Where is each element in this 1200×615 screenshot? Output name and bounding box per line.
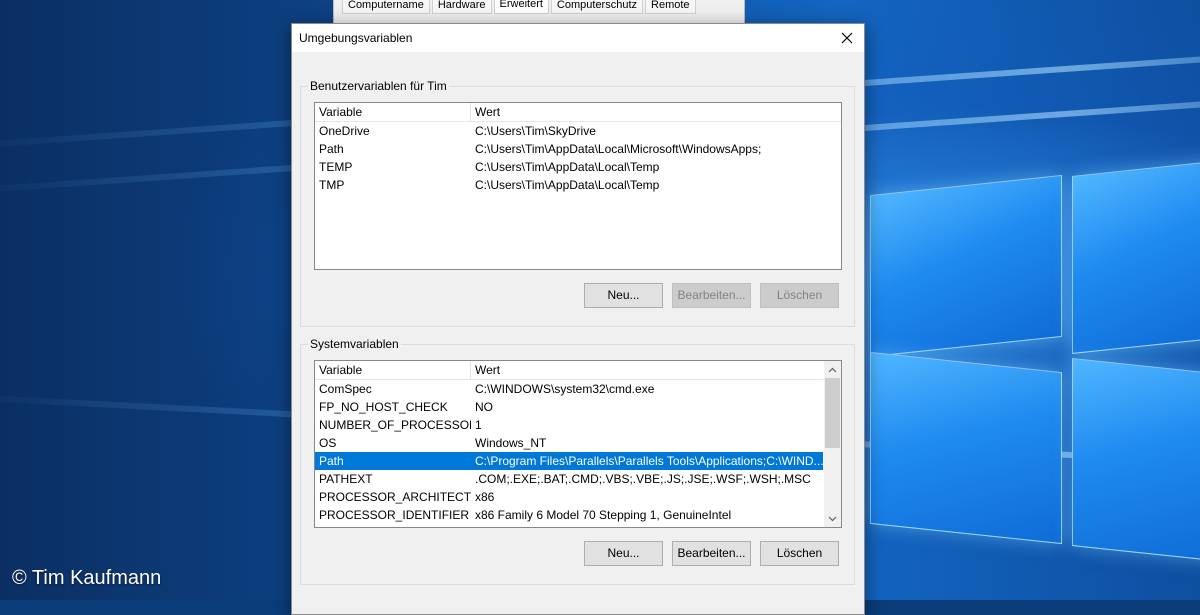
column-header-variable[interactable]: Variable [315, 103, 471, 121]
user-delete-button[interactable]: Löschen [760, 283, 839, 308]
table-row[interactable]: PROCESSOR_ARCHITECTURE x86 [315, 488, 823, 506]
variable-value: NO [475, 400, 493, 414]
variable-name: PROCESSOR_IDENTIFIER [319, 508, 470, 522]
list-header: Variable Wert [315, 361, 823, 380]
table-row[interactable]: NUMBER_OF_PROCESSORS 1 [315, 416, 823, 434]
table-row[interactable]: Path C:\Users\Tim\AppData\Local\Microsof… [315, 140, 841, 158]
scrollbar-thumb[interactable] [825, 378, 840, 448]
chevron-up-icon [828, 367, 837, 372]
windows-logo-pane [1072, 358, 1200, 562]
variable-value: .COM;.EXE;.BAT;.CMD;.VBS;.VBE;.JS;.JSE;.… [475, 472, 811, 486]
variable-value: 1 [475, 418, 482, 432]
variable-name: PATHEXT [319, 472, 373, 486]
table-row-selected[interactable]: Path C:\Program Files\Parallels\Parallel… [315, 452, 823, 470]
variable-name: FP_NO_HOST_CHECK [319, 400, 448, 414]
user-new-button[interactable]: Neu... [584, 283, 663, 308]
list-header: Variable Wert [315, 103, 841, 122]
table-row[interactable]: ComSpec C:\WINDOWS\system32\cmd.exe [315, 380, 823, 398]
tab-erweitert[interactable]: Erweitert [493, 0, 549, 14]
variable-value: C:\Users\Tim\AppData\Local\Temp [475, 178, 660, 192]
variable-value: Windows_NT [475, 436, 547, 450]
system-variables-list[interactable]: Variable Wert ComSpec C:\WINDOWS\system3… [314, 360, 842, 528]
system-variables-rows: ComSpec C:\WINDOWS\system32\cmd.exe FP_N… [315, 380, 823, 524]
user-variables-label: Benutzervariablen für Tim [308, 79, 449, 93]
variable-value: C:\Users\Tim\AppData\Local\Temp [475, 160, 660, 174]
variable-value: C:\Users\Tim\SkyDrive [475, 124, 596, 138]
vertical-scrollbar[interactable] [824, 361, 841, 527]
table-row[interactable]: PROCESSOR_IDENTIFIER x86 Family 6 Model … [315, 506, 823, 524]
user-variables-rows: OneDrive C:\Users\Tim\SkyDrive Path C:\U… [315, 122, 841, 194]
table-row[interactable]: PATHEXT .COM;.EXE;.BAT;.CMD;.VBS;.VBE;.J… [315, 470, 823, 488]
table-row[interactable]: TMP C:\Users\Tim\AppData\Local\Temp [315, 176, 841, 194]
tab-computerschutz[interactable]: Computerschutz [550, 0, 644, 14]
copyright-watermark: © Tim Kaufmann [12, 567, 162, 589]
windows-logo-pane [870, 351, 1062, 545]
column-header-value[interactable]: Wert [471, 103, 841, 121]
variable-value: x86 [475, 490, 495, 504]
table-row[interactable]: TEMP C:\Users\Tim\AppData\Local\Temp [315, 158, 841, 176]
tab-remote[interactable]: Remote [645, 0, 696, 14]
variable-name: ComSpec [319, 382, 372, 396]
close-icon [841, 32, 853, 44]
column-header-variable[interactable]: Variable [315, 361, 471, 379]
tab-computername[interactable]: Computername [342, 0, 430, 14]
variable-name: Path [319, 454, 344, 468]
variable-name: NUMBER_OF_PROCESSORS [319, 418, 471, 432]
variable-name: OneDrive [319, 124, 370, 138]
system-edit-button[interactable]: Bearbeiten... [672, 541, 751, 566]
system-variables-label: Systemvariablen [308, 337, 401, 351]
title-bar: Umgebungsvariablen [292, 24, 864, 52]
table-row[interactable]: OS Windows_NT [315, 434, 823, 452]
scroll-up-arrow[interactable] [824, 361, 841, 378]
variable-value: C:\Users\Tim\AppData\Local\Microsoft\Win… [475, 142, 762, 156]
user-edit-button[interactable]: Bearbeiten... [672, 283, 751, 308]
close-button[interactable] [830, 24, 864, 52]
environment-variables-dialog: Umgebungsvariablen Benutzervariablen für… [291, 23, 865, 615]
dialog-title: Umgebungsvariablen [299, 31, 413, 45]
variable-value: x86 Family 6 Model 70 Stepping 1, Genuin… [475, 508, 732, 522]
variable-name: TEMP [319, 160, 353, 174]
table-row[interactable]: OneDrive C:\Users\Tim\SkyDrive [315, 122, 841, 140]
variable-value: C:\WINDOWS\system32\cmd.exe [475, 382, 655, 396]
system-new-button[interactable]: Neu... [584, 541, 663, 566]
column-header-value[interactable]: Wert [471, 361, 823, 379]
system-properties-tabs: Computername Hardware Erweitert Computer… [342, 0, 698, 18]
variable-value: C:\Program Files\Parallels\Parallels Too… [475, 454, 823, 468]
system-delete-button[interactable]: Löschen [760, 541, 839, 566]
tab-hardware[interactable]: Hardware [431, 0, 492, 14]
variable-name: TMP [319, 178, 345, 192]
variable-name: OS [319, 436, 337, 450]
variable-name: Path [319, 142, 344, 156]
variable-name: PROCESSOR_ARCHITECTURE [319, 490, 471, 504]
table-row[interactable]: FP_NO_HOST_CHECK NO [315, 398, 823, 416]
user-variables-list[interactable]: Variable Wert OneDrive C:\Users\Tim\SkyD… [314, 102, 842, 270]
chevron-down-icon [828, 516, 837, 521]
windows-logo-pane [1072, 160, 1200, 354]
windows-logo-pane [870, 174, 1062, 358]
scroll-down-arrow[interactable] [824, 510, 841, 527]
